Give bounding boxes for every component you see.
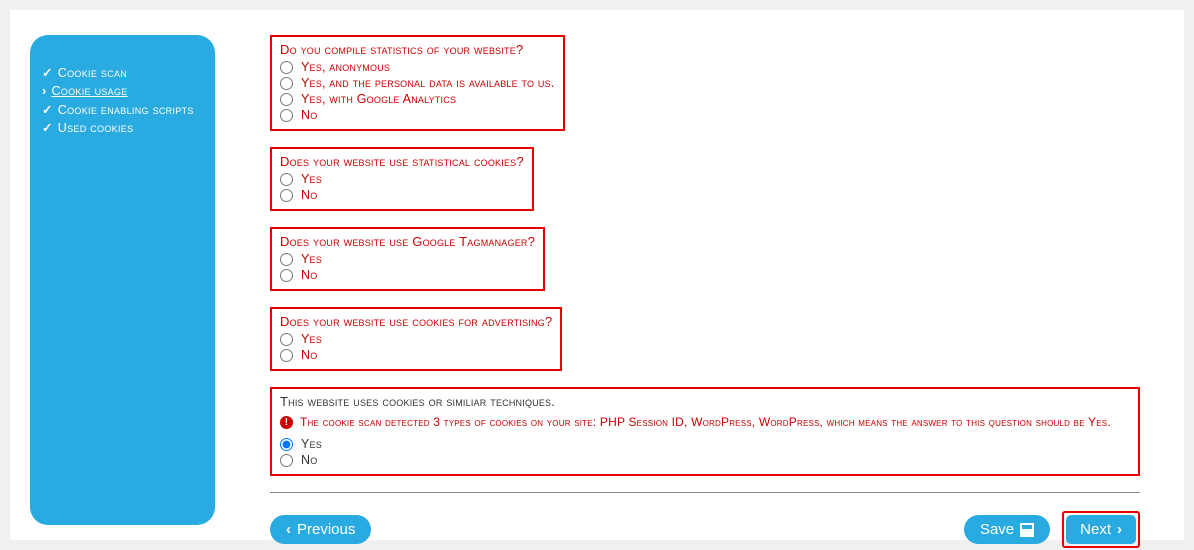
option-label: Yes xyxy=(301,437,322,451)
button-label: Save xyxy=(980,521,1014,538)
question-title: Does your website use cookies for advert… xyxy=(280,314,552,329)
sidebar-item-label: Cookie enabling scripts xyxy=(58,102,194,118)
option-label: Yes xyxy=(301,332,322,346)
option-label: No xyxy=(301,348,317,362)
save-button[interactable]: Save xyxy=(964,515,1050,544)
radio-yes-anonymous[interactable] xyxy=(280,61,293,74)
next-button[interactable]: Next › xyxy=(1066,515,1136,544)
option-label: No xyxy=(301,188,317,202)
option-label: Yes, and the personal data is available … xyxy=(301,76,555,90)
sidebar-item-label: Cookie usage xyxy=(51,83,127,99)
divider xyxy=(270,492,1140,493)
wizard-main: Do you compile statistics of your websit… xyxy=(270,35,1164,548)
question-statistics: Do you compile statistics of your websit… xyxy=(270,35,565,131)
option-label: No xyxy=(301,268,317,282)
chevron-left-icon: ‹ xyxy=(286,521,291,538)
radio-no[interactable] xyxy=(280,269,293,282)
sidebar-item-label: Cookie scan xyxy=(58,65,127,81)
radio-no[interactable] xyxy=(280,349,293,362)
radio-yes-google-analytics[interactable] xyxy=(280,93,293,106)
option-label: Yes, with Google Analytics xyxy=(301,92,456,106)
check-icon: ✓ xyxy=(42,102,53,118)
sidebar-item-cookie-scan[interactable]: ✓ Cookie scan xyxy=(42,65,203,81)
chevron-right-icon: › xyxy=(1117,521,1122,538)
alert-message: ! The cookie scan detected 3 types of co… xyxy=(280,415,1130,429)
chevron-right-icon: › xyxy=(42,83,46,99)
option-label: No xyxy=(301,453,317,467)
question-google-tagmanager: Does your website use Google Tagmanager?… xyxy=(270,227,545,291)
radio-yes[interactable] xyxy=(280,173,293,186)
radio-no[interactable] xyxy=(280,109,293,122)
save-icon xyxy=(1020,523,1034,537)
question-advertising-cookies: Does your website use cookies for advert… xyxy=(270,307,562,371)
radio-no[interactable] xyxy=(280,189,293,202)
check-icon: ✓ xyxy=(42,65,53,81)
sidebar-item-cookie-usage[interactable]: › Cookie usage xyxy=(42,83,203,99)
option-label: No xyxy=(301,108,317,122)
sidebar-item-label: Used cookies xyxy=(58,120,134,136)
option-label: Yes, anonymous xyxy=(301,60,390,74)
check-icon: ✓ xyxy=(42,120,53,136)
radio-yes[interactable] xyxy=(280,253,293,266)
alert-icon: ! xyxy=(280,416,293,429)
wizard-footer: ‹ Previous Save Next › xyxy=(270,511,1140,548)
radio-yes[interactable] xyxy=(280,333,293,346)
previous-button[interactable]: ‹ Previous xyxy=(270,515,371,544)
question-title: Does your website use Google Tagmanager? xyxy=(280,234,535,249)
wizard-sidebar: ✓ Cookie scan › Cookie usage ✓ Cookie en… xyxy=(30,35,215,525)
option-label: Yes xyxy=(301,252,322,266)
button-label: Next xyxy=(1080,521,1111,538)
question-statistical-cookies: Does your website use statistical cookie… xyxy=(270,147,534,211)
question-title: Does your website use statistical cookie… xyxy=(280,154,524,169)
question-title: Do you compile statistics of your websit… xyxy=(280,42,555,57)
alert-text: The cookie scan detected 3 types of cook… xyxy=(300,415,1111,429)
sidebar-item-cookie-enabling-scripts[interactable]: ✓ Cookie enabling scripts xyxy=(42,102,203,118)
question-title: This website uses cookies or similiar te… xyxy=(280,394,1130,409)
sidebar-item-used-cookies[interactable]: ✓ Used cookies xyxy=(42,120,203,136)
question-uses-cookies: This website uses cookies or similiar te… xyxy=(270,387,1140,476)
radio-no[interactable] xyxy=(280,454,293,467)
option-label: Yes xyxy=(301,172,322,186)
button-label: Previous xyxy=(297,521,355,538)
radio-yes[interactable] xyxy=(280,438,293,451)
next-highlight: Next › xyxy=(1062,511,1140,548)
radio-yes-personal-data[interactable] xyxy=(280,77,293,90)
